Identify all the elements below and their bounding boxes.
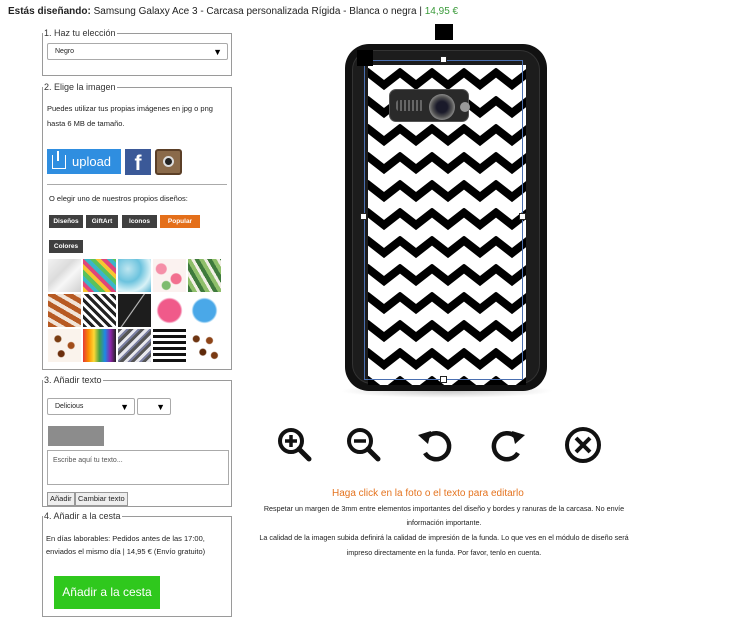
notice-line-3: La calidad de la imagen subida definirá … [259, 533, 629, 542]
step3-legend: 3. Añadir texto [44, 375, 102, 385]
delivery-line-1: En días laborables: Pedidos antes de las… [46, 534, 205, 543]
choose-designs-label: O elegir uno de nuestros propios diseños… [49, 194, 188, 203]
font-select[interactable]: Delicious ▼ [47, 398, 135, 415]
instagram-icon[interactable] [155, 149, 182, 175]
design-tile-tropical-pineapple[interactable] [83, 259, 116, 292]
step-choose-color: 1. Haz tu elección Negro ▼ [42, 28, 232, 76]
design-tile-chevron-bw[interactable] [83, 294, 116, 327]
upload-icon [52, 150, 66, 169]
text-color-picker[interactable] [48, 426, 104, 446]
step-add-text: 3. Añadir texto Delicious ▼ ▼ Escribe aq… [42, 375, 232, 507]
resize-corner-handle[interactable] [357, 50, 373, 66]
design-tile-blue-marble[interactable] [118, 259, 151, 292]
design-tile-blue-heart[interactable] [188, 294, 221, 327]
text-input[interactable]: Escribe aquí tu texto... [47, 450, 229, 485]
step-choose-image: 2. Elige la imagen Puedes utilizar tus p… [42, 82, 232, 370]
rotate-left-icon[interactable] [415, 425, 455, 465]
notice-line-1: Respetar un margen de 3mm entre elemento… [263, 504, 625, 513]
color-select-value: Negro [55, 48, 75, 55]
design-tile-coffee-beans-2[interactable] [188, 329, 221, 362]
design-tile-pink-heart[interactable] [153, 294, 186, 327]
notice-line-4: impreso directamente en la funda. Por fa… [346, 548, 542, 557]
design-tile-rainbow-pencils[interactable] [83, 329, 116, 362]
chevron-down-icon: ▼ [120, 402, 129, 412]
delivery-info: En días laborables: Pedidos antes de las… [46, 532, 232, 558]
step-add-to-cart: 4. Añadir a la cesta En días laborables:… [42, 511, 232, 617]
tab-giftart[interactable]: GiftArt [86, 215, 118, 228]
chevron-down-icon: ▼ [156, 402, 165, 412]
add-text-button[interactable]: Añadir [47, 492, 75, 506]
change-text-button[interactable]: Cambiar texto [75, 492, 128, 506]
size-select[interactable]: ▼ [137, 398, 171, 415]
design-tile-black-marble[interactable] [118, 294, 151, 327]
rotate-right-icon[interactable] [488, 425, 528, 465]
facebook-icon[interactable]: f [125, 149, 151, 175]
edit-hint: Haga click en la foto o el texto para ed… [332, 488, 524, 499]
step2-legend: 2. Elige la imagen [44, 82, 116, 92]
resize-handle-top[interactable] [440, 56, 447, 63]
tab-popular[interactable]: Popular [160, 215, 200, 228]
delivery-line-2: enviados el mismo día | 14,95 € (Envío g… [46, 547, 206, 556]
font-select-value: Delicious [55, 403, 84, 410]
design-tile-chocolate-bars[interactable] [48, 294, 81, 327]
header-label: Estás diseñando: [8, 6, 91, 17]
design-tile-coffee-beans[interactable] [48, 329, 81, 362]
tab-colores[interactable]: Colores [49, 240, 83, 253]
page-header: Estás diseñando: Samsung Galaxy Ace 3 - … [8, 6, 458, 17]
tab-disenos[interactable]: Diseños [49, 215, 83, 228]
tab-iconos[interactable]: Iconos [122, 215, 157, 228]
add-to-cart-button[interactable]: Añadir a la cesta [54, 576, 160, 609]
rotate-handle[interactable] [435, 24, 453, 40]
notice-line-2: información importante. [406, 518, 482, 527]
product-price: 14,95 € [424, 6, 459, 17]
step1-legend: 1. Haz tu elección [44, 28, 116, 38]
resize-handle-bottom[interactable] [440, 376, 447, 383]
image-instructions: Puedes utilizar tus propias imágenes en … [47, 104, 213, 128]
divider [47, 184, 227, 185]
zoom-in-icon[interactable] [275, 425, 315, 465]
zoom-out-icon[interactable] [344, 425, 384, 465]
instagram-lens [163, 156, 174, 167]
design-tile-chevron-stripes[interactable] [118, 329, 151, 362]
upload-label: upload [72, 154, 112, 169]
design-tile-flamingos[interactable] [153, 259, 186, 292]
step4-legend: 4. Añadir a la cesta [44, 511, 121, 521]
product-title: Samsung Galaxy Ace 3 - Carcasa personali… [93, 6, 417, 17]
chevron-down-icon: ▼ [213, 47, 222, 57]
resize-handle-left[interactable] [360, 213, 367, 220]
design-tile-palm-leaves[interactable] [188, 259, 221, 292]
selection-frame[interactable] [364, 60, 523, 380]
resize-handle-right[interactable] [519, 213, 526, 220]
color-select[interactable]: Negro ▼ [47, 43, 228, 60]
design-tile-marble[interactable] [48, 259, 81, 292]
delete-icon[interactable] [563, 425, 603, 465]
upload-button[interactable]: upload [47, 149, 121, 174]
design-tile-bw-stripes[interactable] [153, 329, 186, 362]
header-separator: | [419, 6, 422, 17]
